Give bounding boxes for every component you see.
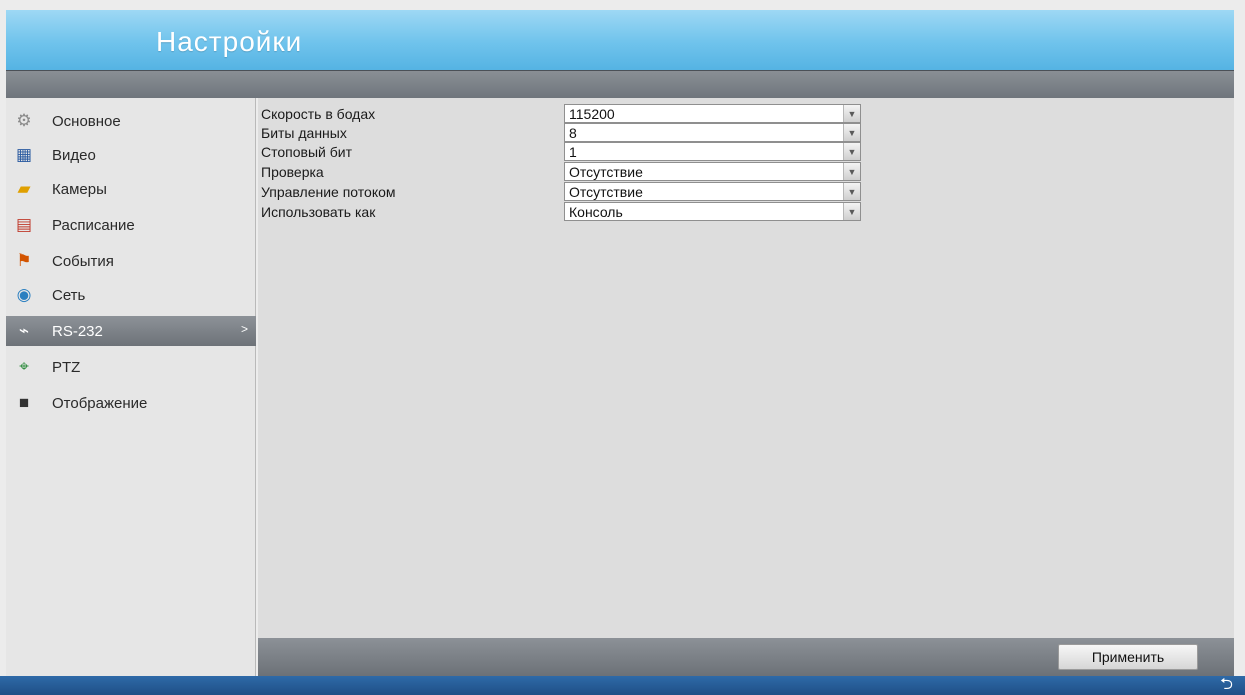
sidebar-item-events[interactable]: ⚑ События <box>6 246 256 276</box>
screen: Настройки ⚙ Основное ▦ Видео ▰ Камеры ▤ … <box>0 0 1245 695</box>
folder-icon: ▰ <box>17 179 31 198</box>
sidebar-item-network[interactable]: ◉ Сеть <box>6 280 256 310</box>
sidebar-item-video[interactable]: ▦ Видео <box>6 140 256 170</box>
sidebar-item-ptz[interactable]: ⌖ PTZ <box>6 352 256 382</box>
gear-icon: ⚙ <box>16 111 32 130</box>
chevron-down-icon[interactable]: ▼ <box>843 163 860 180</box>
sidebar-item-general[interactable]: ⚙ Основное <box>6 106 256 136</box>
apply-button[interactable]: Применить <box>1058 644 1198 670</box>
sidebar-item-schedule[interactable]: ▤ Расписание <box>6 210 256 240</box>
select-value: Консоль <box>569 204 623 220</box>
baud-rate-label: Скорость в бодах <box>261 106 376 122</box>
sidebar: ⚙ Основное ▦ Видео ▰ Камеры ▤ Расписание… <box>6 98 256 676</box>
flow-control-select[interactable]: Отсутствие ▼ <box>564 182 861 201</box>
chevron-down-icon[interactable]: ▼ <box>843 183 860 200</box>
sub-header-bar <box>6 70 1234 98</box>
usage-select[interactable]: Консоль ▼ <box>564 202 861 221</box>
header-bar: Настройки <box>6 10 1234 70</box>
form-row-parity: Проверка Отсутствие ▼ <box>258 162 1234 182</box>
stop-bit-select[interactable]: 1 ▼ <box>564 142 861 161</box>
footer-bar: Применить <box>258 638 1234 676</box>
form-row-stop-bit: Стоповый бит 1 ▼ <box>258 142 1234 162</box>
calendar-icon: ▤ <box>15 215 33 234</box>
sidebar-item-cameras[interactable]: ▰ Камеры <box>6 174 256 204</box>
select-value: 8 <box>569 125 577 141</box>
data-bits-label: Биты данных <box>261 125 347 141</box>
chevron-down-icon[interactable]: ▼ <box>843 143 860 160</box>
select-value: Отсутствие <box>569 184 643 200</box>
sidebar-item-label: PTZ <box>52 358 81 376</box>
back-icon[interactable]: ⮌ <box>1220 676 1233 694</box>
form-row-data-bits: Биты данных 8 ▼ <box>258 123 1234 143</box>
parity-select[interactable]: Отсутствие ▼ <box>564 162 861 181</box>
chevron-down-icon[interactable]: ▼ <box>843 105 860 122</box>
display-icon: ■ <box>18 393 30 412</box>
sidebar-item-label: RS-232 <box>52 322 103 340</box>
sidebar-item-label: События <box>52 252 114 270</box>
event-icon: ⚑ <box>16 251 32 270</box>
bottom-bar: ⮌ <box>0 676 1245 695</box>
sidebar-item-display[interactable]: ■ Отображение <box>6 388 256 418</box>
settings-panel: Скорость в бодах 115200 ▼ Биты данных 8 … <box>258 98 1234 638</box>
globe-icon: ◉ <box>16 285 32 304</box>
sidebar-item-label: Основное <box>52 112 121 130</box>
form-row-flow-control: Управление потоком Отсутствие ▼ <box>258 182 1234 202</box>
monitor-icon: ▦ <box>15 145 33 164</box>
chevron-down-icon[interactable]: ▼ <box>843 203 860 220</box>
form-row-baud-rate: Скорость в бодах 115200 ▼ <box>258 104 1234 124</box>
data-bits-select[interactable]: 8 ▼ <box>564 123 861 142</box>
sidebar-item-label: Видео <box>52 146 96 164</box>
usage-label: Использовать как <box>261 204 376 220</box>
ptz-icon: ⌖ <box>19 357 29 376</box>
sidebar-item-label: Отображение <box>52 394 148 412</box>
flow-control-label: Управление потоком <box>261 184 396 200</box>
baud-rate-select[interactable]: 115200 ▼ <box>564 104 861 123</box>
sidebar-item-rs232[interactable]: ⌁ RS-232 > <box>6 316 256 346</box>
serial-icon: ⌁ <box>18 321 30 340</box>
select-value: Отсутствие <box>569 164 643 180</box>
select-value: 1 <box>569 144 577 160</box>
chevron-down-icon[interactable]: ▼ <box>843 124 860 141</box>
chevron-right-icon: > <box>240 322 248 336</box>
sidebar-item-label: Камеры <box>52 180 107 198</box>
sidebar-item-label: Расписание <box>52 216 135 234</box>
parity-label: Проверка <box>261 164 324 180</box>
page-title: Настройки <box>156 26 303 57</box>
stop-bit-label: Стоповый бит <box>261 144 352 160</box>
form-row-usage: Использовать как Консоль ▼ <box>258 202 1234 222</box>
select-value: 115200 <box>569 106 615 122</box>
sidebar-item-label: Сеть <box>52 286 86 304</box>
